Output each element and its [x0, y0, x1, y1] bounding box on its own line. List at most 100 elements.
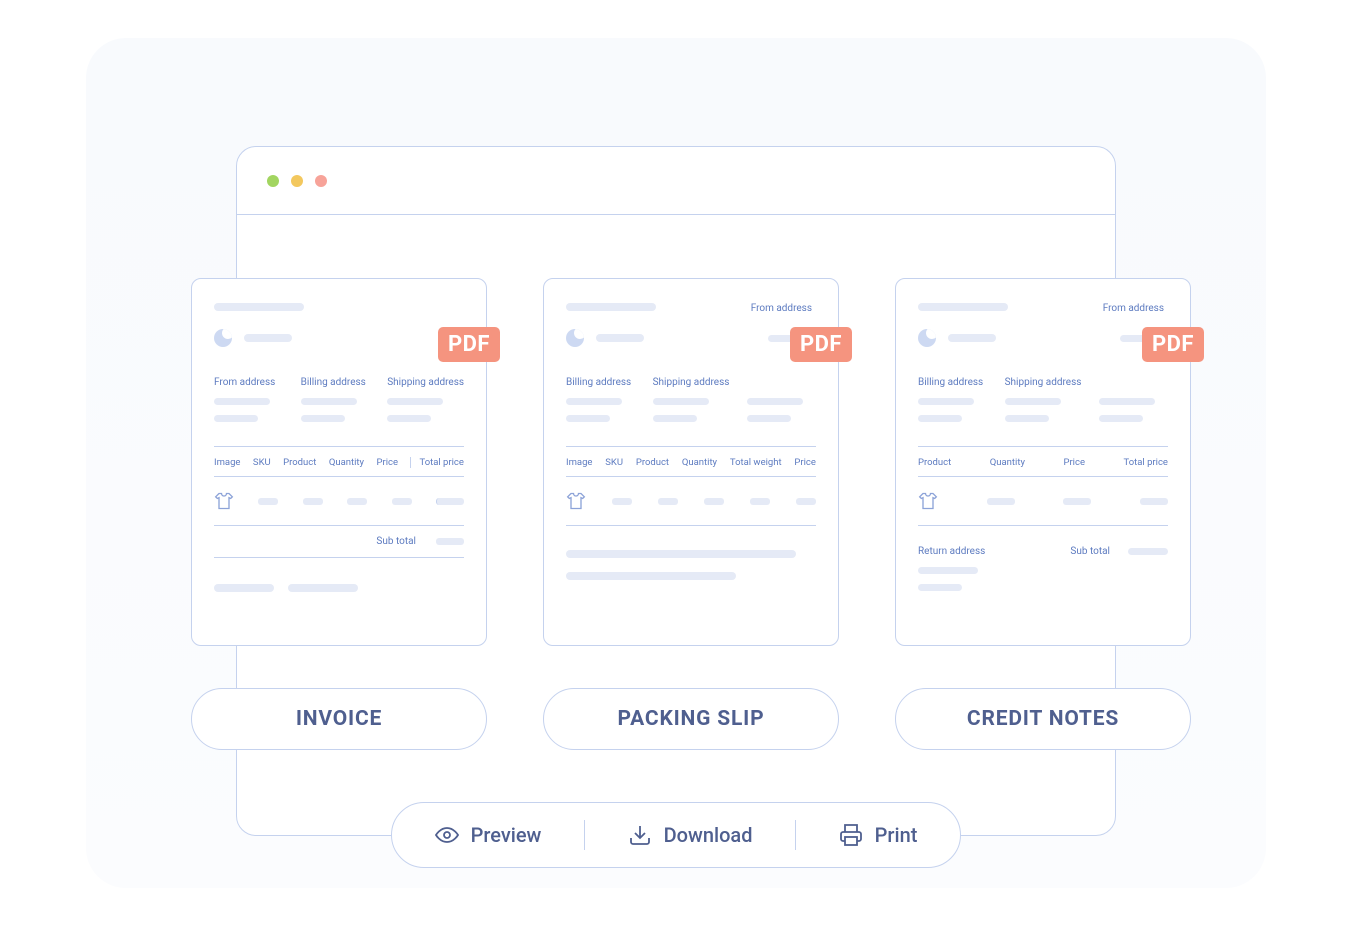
- col-price: Price: [794, 457, 816, 468]
- placeholder-line: [750, 498, 770, 505]
- placeholder-line: [1005, 398, 1061, 405]
- col-price: Price: [376, 457, 398, 468]
- credit-notes-pill[interactable]: CREDIT NOTES: [895, 688, 1191, 750]
- table-row: [214, 477, 464, 526]
- invoice-table: Image SKU Product Quantity Price Total p…: [214, 446, 464, 558]
- billing-address-label: Billing address: [918, 377, 987, 388]
- document-cards-row: PDF From address Billing address Shippin…: [191, 278, 1191, 646]
- from-address-label: From address: [751, 303, 812, 314]
- from-address-label: From address: [214, 377, 283, 388]
- logo-icon: [214, 329, 232, 347]
- placeholder-line: [566, 303, 656, 311]
- col-product: Product: [636, 457, 669, 468]
- browser-header: [237, 147, 1115, 215]
- placeholder-line: [303, 498, 323, 505]
- placeholder-line: [918, 303, 1008, 311]
- placeholder-line: [1005, 415, 1049, 422]
- packing-slip-card: From address PDF Billing address Shippin…: [543, 278, 839, 646]
- placeholder-line: [796, 498, 816, 505]
- col-total-price: Total price: [1124, 457, 1168, 468]
- placeholder-line: [436, 498, 464, 505]
- col-image: Image: [214, 457, 240, 468]
- placeholder-line: [301, 398, 357, 405]
- placeholder-line: [347, 498, 367, 505]
- shipping-address-label: Shipping address: [1005, 377, 1082, 388]
- preview-button[interactable]: Preview: [435, 823, 542, 847]
- billing-address-label: Billing address: [301, 377, 370, 388]
- placeholder-line: [596, 334, 644, 342]
- col-product: Product: [283, 457, 316, 468]
- table-row: [918, 477, 1168, 526]
- action-bar: Preview Download Print: [391, 802, 961, 868]
- placeholder-line: [653, 398, 709, 405]
- packing-table: Image SKU Product Quantity Total weight …: [566, 446, 816, 526]
- col-product: Product: [918, 457, 951, 468]
- traffic-light-close: [267, 175, 279, 187]
- invoice-pill[interactable]: INVOICE: [191, 688, 487, 750]
- placeholder-line: [301, 415, 345, 422]
- placeholder-line: [1099, 398, 1155, 405]
- placeholder-line: [704, 498, 724, 505]
- placeholder-line: [566, 572, 736, 580]
- eye-icon: [435, 823, 459, 847]
- placeholder-line: [918, 567, 978, 574]
- download-label: Download: [664, 823, 753, 847]
- logo-icon: [566, 329, 584, 347]
- tshirt-icon: [566, 491, 586, 511]
- document-type-pills: INVOICE PACKING SLIP CREDIT NOTES: [191, 688, 1191, 750]
- placeholder-line: [387, 398, 443, 405]
- placeholder-line: [1128, 548, 1168, 555]
- tshirt-icon: [214, 491, 234, 511]
- col-quantity: Quantity: [329, 457, 364, 468]
- placeholder-line: [1099, 415, 1143, 422]
- placeholder-line: [747, 415, 791, 422]
- placeholder-line: [1140, 498, 1168, 505]
- logo-icon: [918, 329, 936, 347]
- traffic-light-minimize: [291, 175, 303, 187]
- placeholder-line: [288, 584, 358, 592]
- packing-slip-pill[interactable]: PACKING SLIP: [543, 688, 839, 750]
- col-sku: SKU: [605, 457, 623, 468]
- illustration-stage: PDF From address Billing address Shippin…: [86, 38, 1266, 888]
- print-icon: [839, 823, 863, 847]
- preview-label: Preview: [471, 823, 542, 847]
- download-icon: [628, 823, 652, 847]
- placeholder-line: [436, 538, 464, 545]
- credit-table: Product Quantity Price Total price: [918, 446, 1168, 526]
- traffic-light-zoom: [315, 175, 327, 187]
- placeholder-line: [566, 398, 622, 405]
- placeholder-line: [747, 398, 803, 405]
- placeholder-line: [918, 415, 962, 422]
- col-sku: SKU: [253, 457, 271, 468]
- placeholder-line: [566, 415, 610, 422]
- col-quantity: Quantity: [990, 457, 1025, 468]
- print-button[interactable]: Print: [839, 823, 918, 847]
- placeholder-line: [214, 584, 274, 592]
- shipping-address-label: Shipping address: [653, 377, 730, 388]
- placeholder-line: [387, 415, 431, 422]
- placeholder-line: [214, 303, 304, 311]
- download-button[interactable]: Download: [628, 823, 753, 847]
- placeholder-line: [918, 398, 974, 405]
- pdf-badge: PDF: [790, 327, 852, 362]
- placeholder-line: [1063, 498, 1091, 505]
- col-price: Price: [1063, 457, 1085, 468]
- tshirt-icon: [918, 491, 938, 511]
- col-total-price: Total price: [410, 457, 463, 468]
- invoice-card: PDF From address Billing address Shippin…: [191, 278, 487, 646]
- pdf-badge: PDF: [1142, 327, 1204, 362]
- placeholder-line: [214, 415, 258, 422]
- col-quantity: Quantity: [682, 457, 717, 468]
- placeholder-line: [658, 498, 678, 505]
- placeholder-line: [244, 334, 292, 342]
- placeholder-line: [612, 498, 632, 505]
- print-label: Print: [875, 823, 918, 847]
- col-image: Image: [566, 457, 592, 468]
- from-address-label: From address: [1103, 303, 1164, 314]
- credit-notes-card: From address PDF Billing address Shippin…: [895, 278, 1191, 646]
- billing-address-label: Billing address: [566, 377, 635, 388]
- pdf-badge: PDF: [438, 327, 500, 362]
- placeholder-line: [566, 550, 796, 558]
- placeholder-line: [948, 334, 996, 342]
- placeholder-line: [918, 584, 962, 591]
